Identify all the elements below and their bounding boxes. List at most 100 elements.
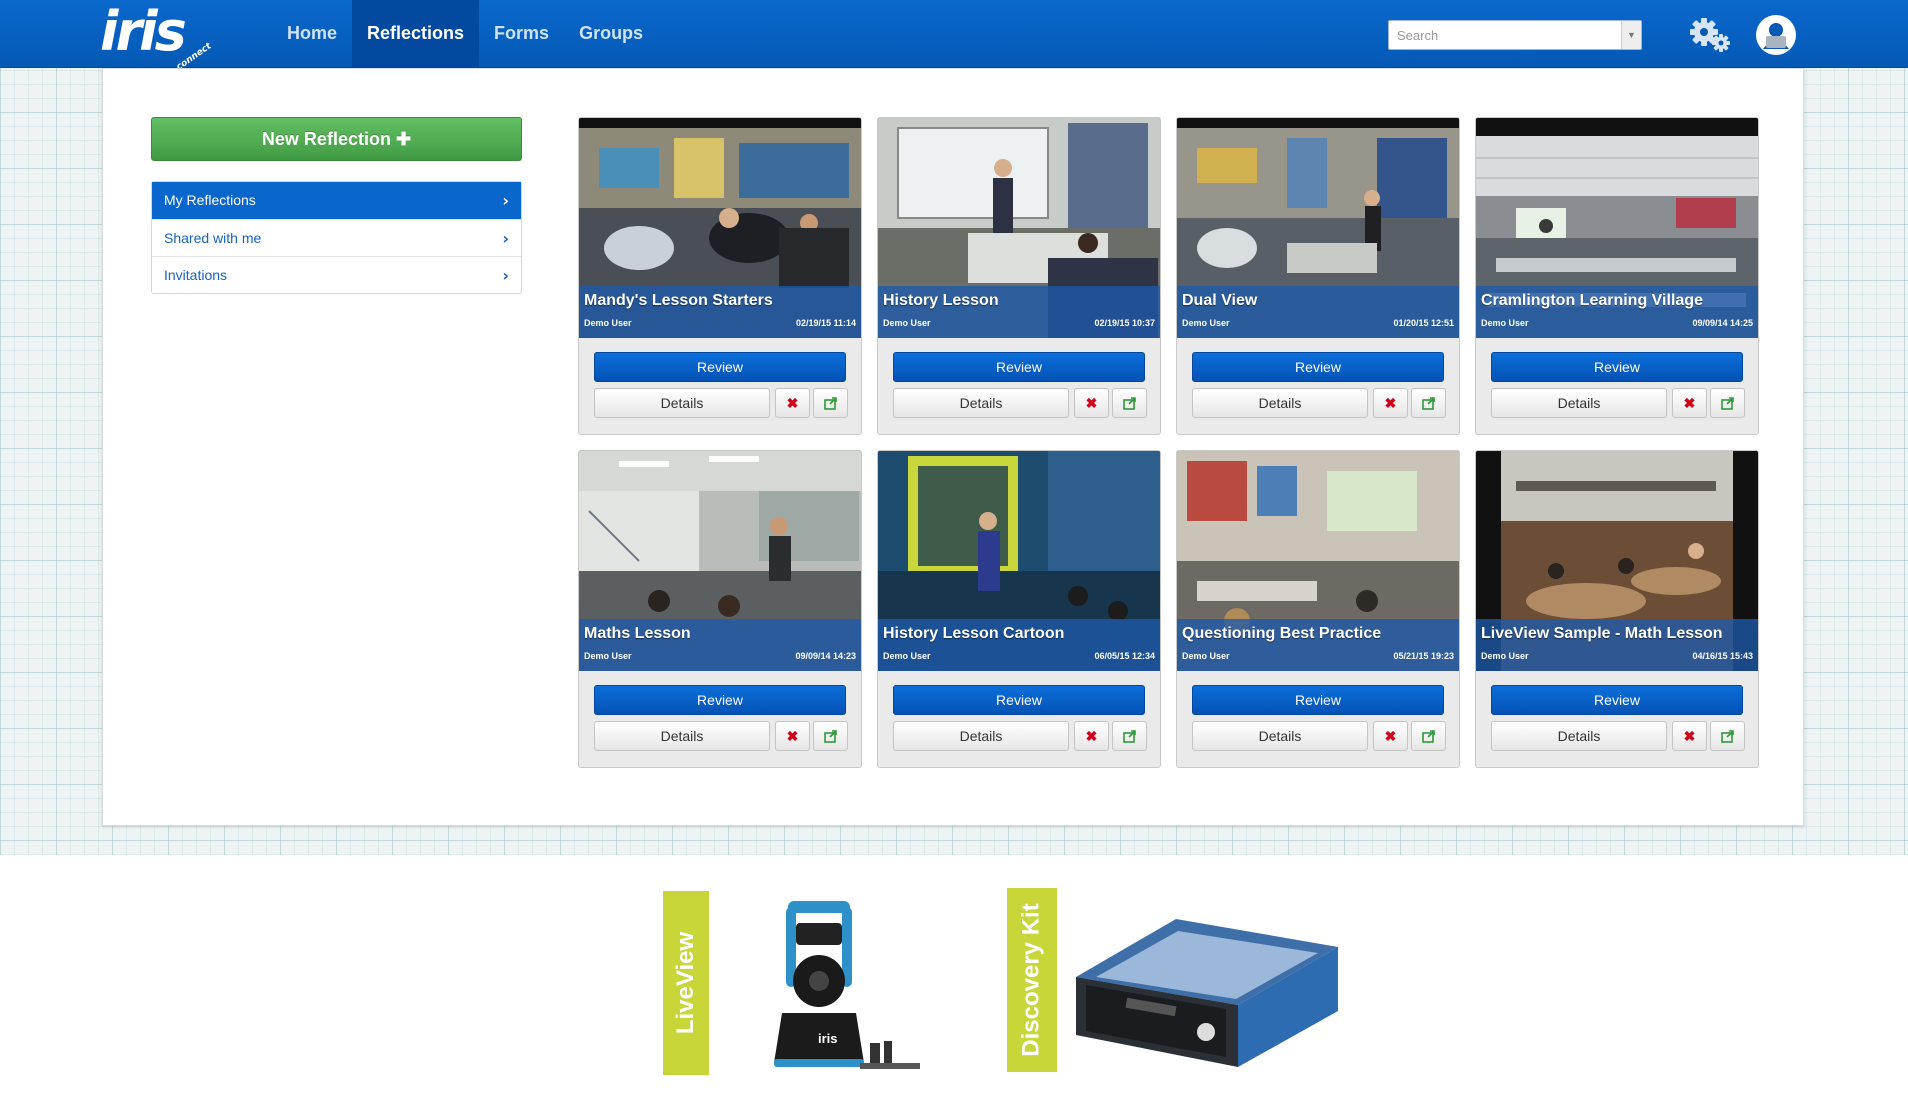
review-button[interactable]: Review: [893, 352, 1145, 382]
delete-button[interactable]: ✖: [1672, 721, 1707, 751]
delete-button[interactable]: ✖: [775, 721, 810, 751]
liveview-camera-image[interactable]: iris: [760, 893, 930, 1083]
search-input[interactable]: [1389, 21, 1617, 49]
details-button[interactable]: Details: [893, 721, 1069, 751]
card-owner: Demo User: [1481, 318, 1529, 328]
share-icon: [823, 397, 837, 410]
reflection-card: Questioning Best Practice Demo User 05/2…: [1176, 450, 1460, 768]
reflection-card: Dual View Demo User 01/20/15 12:51 Revie…: [1176, 117, 1460, 435]
nav-reflections[interactable]: Reflections: [352, 0, 480, 68]
card-title: LiveView Sample - Math Lesson: [1481, 625, 1723, 642]
share-icon: [1421, 397, 1435, 410]
share-button[interactable]: [813, 388, 848, 418]
sidebar-item-my-reflections[interactable]: My Reflections ›: [152, 182, 521, 219]
sidebar-item-shared-with-me[interactable]: Shared with me ›: [152, 219, 521, 256]
review-button[interactable]: Review: [1491, 685, 1743, 715]
new-reflection-button[interactable]: New Reflection ✚: [151, 117, 522, 161]
card-date: 01/20/15 12:51: [1393, 318, 1454, 328]
reflection-card: History Lesson Cartoon Demo User 06/05/1…: [877, 450, 1161, 768]
thumbnail-caption: History Lesson Cartoon Demo User 06/05/1…: [878, 619, 1160, 671]
share-button[interactable]: [1411, 721, 1446, 751]
main-panel: New Reflection ✚ My Reflections › Shared…: [102, 68, 1804, 826]
details-button[interactable]: Details: [893, 388, 1069, 418]
user-avatar-icon[interactable]: [1755, 14, 1797, 56]
nav-home[interactable]: Home: [272, 0, 352, 68]
sidebar-item-label: My Reflections: [164, 192, 256, 208]
share-icon: [1421, 730, 1435, 743]
close-icon: ✖: [786, 728, 799, 744]
share-button[interactable]: [1112, 388, 1147, 418]
discovery-kit-label-text: Discovery Kit: [1018, 903, 1045, 1057]
details-button[interactable]: Details: [1491, 388, 1667, 418]
camera-logo: iris: [818, 1031, 838, 1046]
reflections-menu: My Reflections › Shared with me › Invita…: [151, 181, 522, 294]
details-button[interactable]: Details: [1491, 721, 1667, 751]
delete-button[interactable]: ✖: [1373, 721, 1408, 751]
card-date: 04/16/15 15:43: [1692, 651, 1753, 661]
liveview-label-text: LiveView: [672, 931, 699, 1035]
thumbnail-caption: LiveView Sample - Math Lesson Demo User …: [1476, 619, 1758, 671]
delete-button[interactable]: ✖: [1373, 388, 1408, 418]
sidebar-item-label: Invitations: [164, 267, 228, 283]
share-button[interactable]: [813, 721, 848, 751]
card-title: Questioning Best Practice: [1182, 625, 1382, 642]
thumbnail-caption: Cramlington Learning Village Demo User 0…: [1476, 286, 1758, 338]
discovery-kit-promo-label[interactable]: Discovery Kit: [1007, 888, 1057, 1072]
nav-forms[interactable]: Forms: [479, 0, 564, 68]
review-button[interactable]: Review: [893, 685, 1145, 715]
card-owner: Demo User: [883, 651, 931, 661]
card-title: Maths Lesson: [584, 625, 691, 642]
main-nav: Home Reflections Forms Groups: [272, 0, 658, 68]
sidebar-item-label: Shared with me: [164, 230, 262, 246]
delete-button[interactable]: ✖: [1074, 721, 1109, 751]
delete-button[interactable]: ✖: [1672, 388, 1707, 418]
nav-groups[interactable]: Groups: [564, 0, 658, 68]
details-button[interactable]: Details: [594, 721, 770, 751]
card-owner: Demo User: [883, 318, 931, 328]
thumbnail-caption: Mandy's Lesson Starters Demo User 02/19/…: [579, 286, 861, 338]
share-icon: [1720, 730, 1734, 743]
iris-logo[interactable]: iris connect: [100, 5, 220, 73]
close-icon: ✖: [1384, 728, 1397, 744]
thumbnail-caption: History Lesson Demo User 02/19/15 10:37: [878, 286, 1160, 338]
card-title: Cramlington Learning Village: [1481, 292, 1703, 309]
details-button[interactable]: Details: [594, 388, 770, 418]
card-title: History Lesson Cartoon: [883, 625, 1065, 642]
new-reflection-label: New Reflection: [261, 129, 391, 149]
share-button[interactable]: [1411, 388, 1446, 418]
share-button[interactable]: [1112, 721, 1147, 751]
card-date: 05/21/15 19:23: [1393, 651, 1454, 661]
gear-icon[interactable]: [1688, 14, 1732, 54]
plus-icon: ✚: [395, 129, 412, 149]
review-button[interactable]: Review: [1491, 352, 1743, 382]
review-button[interactable]: Review: [1192, 685, 1444, 715]
card-date: 09/09/14 14:25: [1692, 318, 1753, 328]
share-button[interactable]: [1710, 721, 1745, 751]
share-button[interactable]: [1710, 388, 1745, 418]
delete-button[interactable]: ✖: [775, 388, 810, 418]
sidebar-item-invitations[interactable]: Invitations ›: [152, 256, 521, 293]
reflection-card: History Lesson Demo User 02/19/15 10:37 …: [877, 117, 1161, 435]
card-title: History Lesson: [883, 292, 999, 309]
reflection-card: LiveView Sample - Math Lesson Demo User …: [1475, 450, 1759, 768]
share-icon: [1122, 397, 1136, 410]
card-date: 09/09/14 14:23: [795, 651, 856, 661]
review-button[interactable]: Review: [1192, 352, 1444, 382]
discovery-kit-case-image[interactable]: [1056, 907, 1346, 1075]
card-owner: Demo User: [1182, 651, 1230, 661]
close-icon: ✖: [786, 395, 799, 411]
chevron-right-icon: ›: [502, 191, 509, 210]
card-date: 02/19/15 10:37: [1094, 318, 1155, 328]
details-button[interactable]: Details: [1192, 388, 1368, 418]
liveview-promo-label[interactable]: LiveView: [663, 891, 709, 1075]
reflection-card: Mandy's Lesson Starters Demo User 02/19/…: [578, 117, 862, 435]
review-button[interactable]: Review: [594, 685, 846, 715]
thumbnail-caption: Maths Lesson Demo User 09/09/14 14:23: [579, 619, 861, 671]
delete-button[interactable]: ✖: [1074, 388, 1109, 418]
card-owner: Demo User: [1481, 651, 1529, 661]
reflections-grid: Mandy's Lesson Starters Demo User 02/19/…: [578, 117, 1764, 768]
search-dropdown-icon[interactable]: ▼: [1621, 21, 1641, 49]
review-button[interactable]: Review: [594, 352, 846, 382]
card-owner: Demo User: [584, 318, 632, 328]
details-button[interactable]: Details: [1192, 721, 1368, 751]
